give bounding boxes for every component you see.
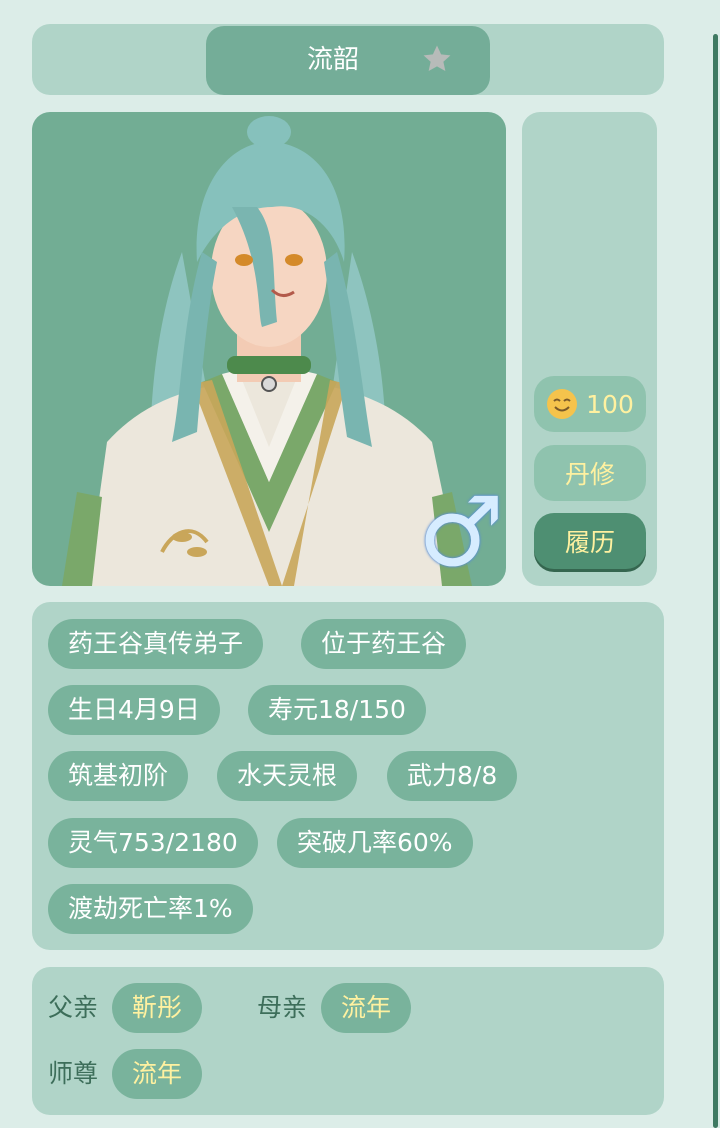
father-name-chip[interactable]: 靳彤 [112, 983, 203, 1033]
occupation-button[interactable]: 丹修 [534, 445, 646, 501]
tag-breakthrough-rate[interactable]: 突破几率60% [277, 818, 473, 868]
tag-force[interactable]: 武力8/8 [387, 751, 518, 801]
attributes-panel: 药王谷真传弟子 位于药王谷 生日4月9日 寿元18/150 筑基初阶 水天灵根 … [32, 602, 664, 950]
master-name-chip[interactable]: 流年 [112, 1049, 203, 1099]
character-portrait: ♂ [32, 112, 506, 586]
tag-birthday[interactable]: 生日4月9日 [48, 685, 220, 735]
mother-name-chip[interactable]: 流年 [321, 983, 412, 1033]
tag-spirit-qi[interactable]: 灵气753/2180 [48, 818, 258, 868]
tag-realm[interactable]: 筑基初阶 [48, 751, 189, 801]
male-icon: ♂ [418, 476, 505, 586]
history-button[interactable]: 履历 [534, 513, 646, 569]
tag-sect-rank[interactable]: 药王谷真传弟子 [48, 619, 264, 669]
smiling-face-icon [547, 389, 578, 419]
mother-label: 母亲 [257, 993, 308, 1022]
star-icon[interactable] [420, 42, 454, 76]
mood-badge[interactable]: 100 [534, 376, 646, 432]
tag-lifespan[interactable]: 寿元18/150 [248, 685, 426, 735]
family-panel: 父亲 靳彤 母亲 流年 师尊 流年 [32, 967, 664, 1115]
mood-value: 100 [586, 389, 634, 419]
tag-location[interactable]: 位于药王谷 [301, 619, 467, 669]
tag-tribulation-death-rate[interactable]: 渡劫死亡率1% [48, 884, 253, 934]
character-name-pill[interactable]: 流韶 [206, 26, 490, 95]
master-label: 师尊 [48, 1059, 99, 1088]
scrollbar[interactable] [713, 34, 718, 1128]
tag-spirit-root[interactable]: 水天灵根 [217, 751, 358, 801]
father-label: 父亲 [48, 993, 99, 1022]
side-panel: 100 丹修 履历 [522, 112, 657, 586]
